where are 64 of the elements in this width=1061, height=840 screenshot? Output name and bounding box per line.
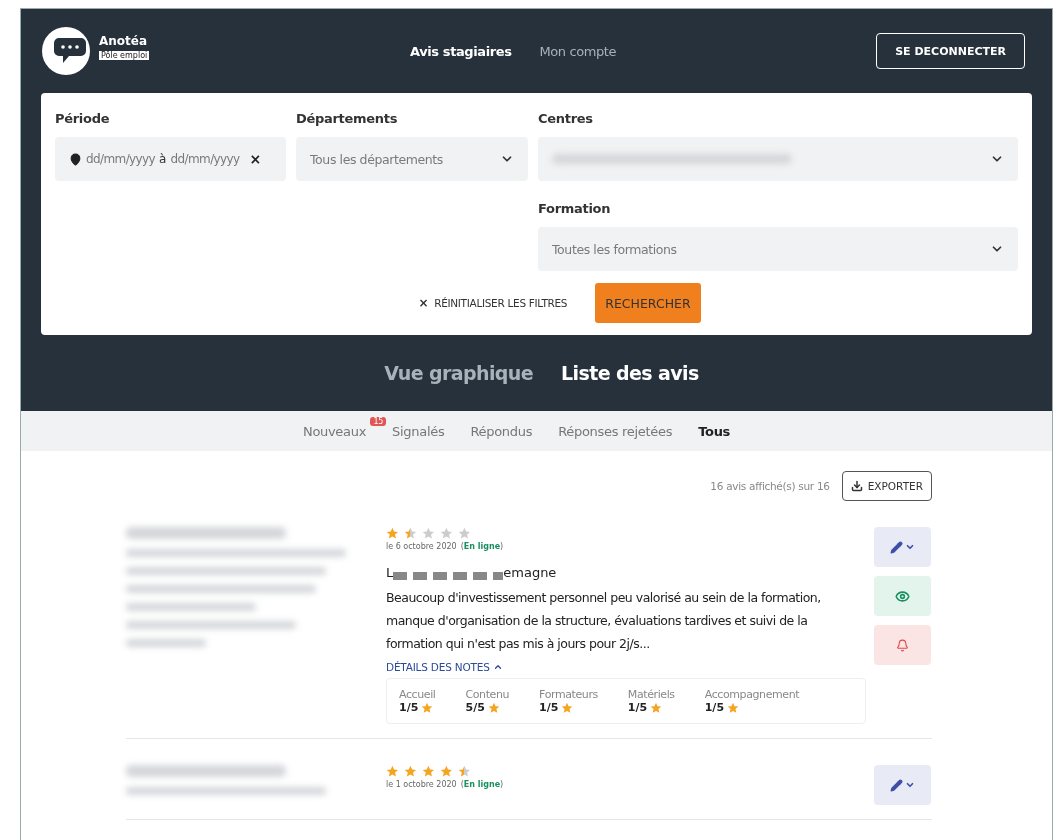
field-label: Période: [55, 110, 111, 128]
bell-icon: [896, 638, 909, 652]
view-button[interactable]: [874, 576, 931, 616]
chat-bubble-logo: [41, 26, 91, 76]
star-icon: [561, 701, 574, 714]
note-value: 1/5: [704, 701, 800, 714]
result-count: 16 avis affiché(s) sur 16: [710, 480, 830, 492]
download-icon: [850, 480, 863, 492]
edit-button[interactable]: [874, 765, 931, 805]
nav-link[interactable]: Mon compte: [539, 43, 617, 59]
star-icon: [421, 701, 434, 714]
note-label: Accueil: [399, 688, 436, 701]
brand-tag: Pôle emploi: [99, 51, 150, 60]
view-tab[interactable]: Liste des avis: [561, 362, 699, 384]
alert-button[interactable]: [874, 625, 931, 665]
star-icon: [727, 701, 740, 714]
filter-tab[interactable]: Réponses rejetées: [558, 423, 673, 439]
details-toggle[interactable]: DÉTAILS DES NOTES: [386, 661, 503, 673]
date-placeholder: dd/mm/yyyy: [170, 152, 240, 166]
logout-button[interactable]: SE DECONNECTER: [876, 33, 1025, 69]
note-value: 1/5: [399, 701, 436, 714]
review-title: emagne: [503, 565, 557, 580]
view-tab[interactable]: Vue graphique: [384, 362, 534, 384]
department-select[interactable]: Tous les départements: [296, 137, 528, 181]
edit-button[interactable]: [874, 527, 931, 567]
export-button[interactable]: EXPORTER: [841, 471, 932, 501]
caret-icon: [905, 780, 915, 790]
pencil-icon: [890, 778, 903, 792]
filter-tab[interactable]: Signalés: [392, 423, 445, 439]
review-status: (En ligne): [460, 542, 504, 551]
eye-icon: [895, 588, 910, 604]
chevron-up-icon: [492, 662, 503, 672]
range-separator: à: [159, 152, 167, 166]
note-value: 1/5: [627, 701, 675, 714]
star-icon: [487, 701, 500, 714]
field-label: Formation: [538, 200, 612, 218]
review-status: (En ligne): [460, 780, 504, 789]
field-label: Centres: [538, 110, 594, 128]
note-value: 1/5: [539, 701, 598, 714]
formation-select[interactable]: Toutes les formations: [538, 227, 1018, 271]
note-value: 5/5: [465, 701, 510, 714]
brand-name: Anotéa: [99, 34, 149, 48]
note-label: Matériels: [627, 688, 675, 701]
star-icon: [650, 701, 663, 714]
filter-tab[interactable]: Répondus: [470, 423, 533, 439]
search-button[interactable]: RECHERCHER: [595, 283, 701, 323]
pin-icon: [69, 152, 82, 166]
nav-link[interactable]: Avis stagiaires: [410, 43, 512, 59]
note-label: Contenu: [465, 688, 510, 701]
clear-icon[interactable]: ×: [249, 151, 262, 167]
note-label: Accompagnement: [704, 688, 800, 701]
reset-filters-button[interactable]: × RÉINITIALISER LES FILTRES: [412, 295, 574, 311]
review-date: le 6 octobre 2020: [386, 542, 457, 551]
date-range-field[interactable]: dd/mm/yyyy à dd/mm/yyyy ×: [55, 137, 286, 181]
review-date: le 1 octobre 2020: [386, 780, 457, 789]
field-label: Départements: [296, 110, 399, 128]
review-title: L: [386, 565, 394, 580]
count-badge: 15: [370, 416, 387, 426]
filter-tab[interactable]: Tous: [698, 423, 731, 439]
date-placeholder: dd/mm/yyyy: [86, 152, 156, 166]
caret-icon: [905, 542, 915, 552]
review-text: Beaucoup d'investissement personnel peu valorisé au sein de la formation, manque d'organisation de la structure, évaluations tardives et suivi de la formation qui n'est pas mis à jours pour 2j/s...: [386, 589, 822, 653]
pencil-icon: [890, 540, 903, 554]
note-label: Formateurs: [539, 688, 598, 701]
